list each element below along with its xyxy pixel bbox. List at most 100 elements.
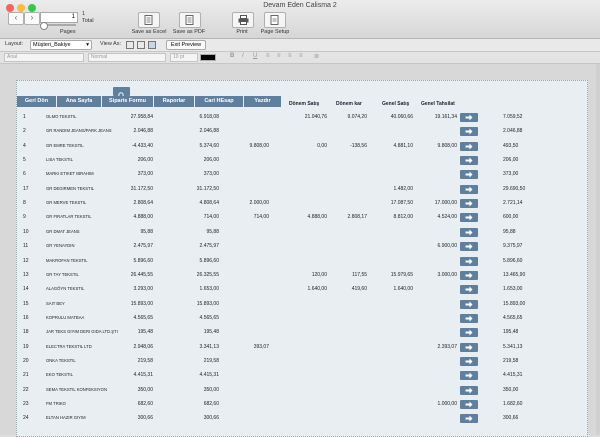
cell-b: 5.374,60 [199, 142, 219, 149]
save-as-pdf-button[interactable] [179, 12, 201, 28]
layout-bar: Layout: Müşteri_Bakiye ▾ View As: Exit Pr… [0, 39, 600, 52]
font-select[interactable]: Arial [4, 53, 84, 62]
row-go-button[interactable] [460, 127, 478, 137]
align-left-icon[interactable]: ≡ [266, 53, 270, 59]
size-select[interactable]: 10 pt [170, 53, 198, 62]
style-select[interactable]: Normal [88, 53, 166, 62]
cell-b: 682,60 [203, 401, 219, 407]
italic-button[interactable]: I [242, 53, 244, 59]
list-view-icon[interactable] [137, 41, 145, 49]
cell-no: 22 [23, 386, 29, 393]
align-justify-icon[interactable]: ≡ [299, 53, 303, 59]
cell-h: 219,58 [503, 357, 519, 364]
arrow-right-icon [465, 301, 473, 308]
previous-page-button[interactable]: ‹ [8, 12, 24, 25]
search-button[interactable] [113, 87, 130, 99]
row-go-button[interactable] [460, 313, 478, 323]
row-go-button[interactable] [460, 371, 478, 381]
row-go-button[interactable] [460, 113, 478, 122]
row-go-button[interactable] [460, 328, 478, 338]
row-go-button[interactable] [460, 242, 478, 252]
text-color-swatch[interactable] [200, 54, 216, 61]
table-row: 4 GR EMRE TEKSTIL -4.433,40 5.374,60 9.808,0… [17, 139, 587, 153]
cell-g: 19.161,34 [434, 114, 457, 120]
cell-h: 195,48 [503, 329, 519, 336]
table-row: 5 LISA TEKSTIL 206,00 206,00 206,00 [17, 153, 587, 167]
cell-no: 2 [23, 128, 26, 135]
row-go-button[interactable] [460, 227, 478, 237]
cari-hesap-button[interactable]: Cari HEsap [195, 96, 244, 107]
row-go-button[interactable] [460, 385, 478, 395]
view-as-label: View As: [100, 41, 121, 47]
cell-h: 2.721,14 [503, 200, 523, 207]
bold-button[interactable]: B [230, 53, 234, 59]
page-slider[interactable] [40, 22, 76, 30]
cell-b: 714,00 [203, 214, 219, 221]
layout-select[interactable]: Müşteri_Bakiye ▾ [30, 40, 92, 50]
row-go-button[interactable] [460, 156, 478, 166]
row-go-button[interactable] [460, 199, 478, 209]
row-go-button[interactable] [460, 414, 478, 424]
cell-no: 18 [23, 329, 29, 336]
cell-g: 1.000,00 [437, 401, 457, 407]
yazdir-button[interactable]: Yazdır [244, 96, 282, 107]
chevron-down-icon: ▾ [86, 42, 89, 48]
line-spacing-icon[interactable]: ≣ [314, 53, 319, 60]
next-page-button[interactable]: › [24, 12, 40, 25]
form-view-icon[interactable] [126, 41, 134, 49]
cell-f: 17.087,50 [390, 200, 413, 207]
arrow-right-icon [465, 200, 473, 207]
cell-b: 6.918,08 [199, 114, 219, 120]
vertical-scrollbar[interactable] [596, 64, 600, 435]
row-go-button[interactable] [460, 213, 478, 223]
row-go-button[interactable] [460, 285, 478, 295]
column-header-donem-satis: Dönem Satış [289, 101, 320, 107]
cell-g: 3.000,00 [437, 271, 457, 278]
cell-b: 300,66 [203, 415, 219, 422]
exit-preview-button[interactable]: Exit Preview [166, 40, 206, 50]
row-go-button[interactable] [460, 342, 478, 352]
cell-g: 6.900,00 [437, 243, 457, 250]
print-label: Print [236, 29, 248, 35]
row-go-button[interactable] [460, 184, 478, 194]
print-button[interactable] [232, 12, 254, 28]
report-sheet: Geri Dön Ana Sayfa Siparis Formu Raporla… [16, 80, 588, 437]
ana-sayfa-button[interactable]: Ana Sayfa [57, 96, 102, 107]
page-total: 1 [82, 11, 86, 17]
underline-button[interactable]: U [253, 53, 257, 59]
row-go-button[interactable] [460, 256, 478, 266]
cell-a: 206,00 [137, 157, 153, 164]
row-go-button[interactable] [460, 356, 478, 366]
align-center-icon[interactable]: ≡ [277, 53, 281, 59]
row-go-button[interactable] [460, 299, 478, 309]
row-go-button[interactable] [460, 270, 478, 280]
align-right-icon[interactable]: ≡ [288, 53, 292, 59]
geri-don-button[interactable]: Geri Dön [17, 96, 57, 107]
cell-b: 195,48 [203, 329, 219, 336]
row-go-button[interactable] [460, 141, 478, 151]
cell-h: 7.059,52 [503, 114, 523, 120]
siparis-formu-button[interactable]: Siparis Formu [102, 96, 154, 107]
table-view-icon[interactable] [148, 41, 156, 49]
arrow-right-icon [465, 214, 473, 221]
raporlar-button[interactable]: Raporlar [154, 96, 195, 107]
cell-e: 117,55 [352, 271, 367, 278]
save-as-excel-label: Save as Excel [131, 29, 167, 35]
cell-h: 1.653,00 [503, 286, 523, 293]
save-as-excel-button[interactable] [138, 12, 160, 28]
cell-f: 1.482,00 [393, 185, 413, 192]
row-go-button[interactable] [460, 400, 478, 409]
cell-a: 373,00 [137, 171, 153, 178]
page-setup-button[interactable] [264, 12, 286, 28]
cell-b: 4.415,31 [199, 372, 219, 379]
cell-no: 6 [23, 171, 26, 178]
cell-no: 4 [23, 142, 26, 149]
cell-no: 23 [23, 401, 29, 407]
row-go-button[interactable] [460, 170, 478, 180]
column-header-donem-kar: Dönem kar [336, 101, 362, 107]
table-row: 6 MARKI ETIKET IBRAHIM 373,00 373,00 373,00 [17, 167, 587, 181]
slider-thumb[interactable] [40, 22, 48, 30]
cell-no: 19 [23, 343, 29, 350]
page-number-field[interactable]: 1 [40, 12, 78, 23]
cell-a: 219,58 [137, 357, 153, 364]
